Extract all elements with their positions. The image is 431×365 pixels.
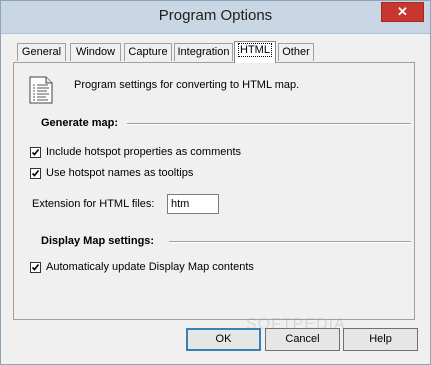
tab-other[interactable]: Other — [278, 43, 314, 61]
cancel-button[interactable]: Cancel — [265, 328, 340, 351]
extension-label: Extension for HTML files: — [32, 198, 155, 210]
tab-html[interactable]: HTML — [234, 41, 276, 63]
help-button[interactable]: Help — [343, 328, 418, 351]
generate-map-heading: Generate map: — [41, 117, 119, 129]
help-button-label: Help — [369, 333, 392, 345]
auto-update-checkbox[interactable] — [30, 261, 41, 273]
include-hotspot-checkbox[interactable] — [30, 146, 41, 158]
tab-window-label: Window — [75, 46, 116, 58]
tab-html-label: HTML — [238, 43, 272, 57]
dialog-client-area: General Window Capture Integration HTML … — [8, 34, 424, 358]
close-button[interactable]: ✕ — [381, 2, 424, 22]
ok-button[interactable]: OK — [186, 328, 261, 351]
tab-integration[interactable]: Integration — [174, 43, 233, 61]
include-hotspot-label: Include hotspot properties as comments — [46, 146, 242, 158]
tab-capture[interactable]: Capture — [124, 43, 172, 61]
panel-description: Program settings for converting to HTML … — [74, 79, 300, 91]
cancel-button-label: Cancel — [285, 333, 320, 345]
display-map-heading: Display Map settings: — [41, 235, 155, 247]
title-bar[interactable]: Program Options ✕ — [1, 1, 430, 34]
tab-general-label: General — [21, 46, 62, 58]
program-options-dialog: Program Options ✕ General Window Capture… — [0, 0, 431, 365]
auto-update-label: Automaticaly update Display Map contents — [46, 261, 254, 273]
checkmark-icon — [31, 169, 40, 177]
tab-window[interactable]: Window — [70, 43, 121, 61]
document-list-icon — [29, 76, 53, 104]
include-hotspot-checkbox-row[interactable]: Include hotspot properties as comments — [30, 146, 241, 158]
checkmark-icon — [31, 148, 40, 156]
tab-other-label: Other — [282, 46, 310, 58]
tab-general[interactable]: General — [17, 43, 66, 61]
html-settings-panel: Program settings for converting to HTML … — [13, 62, 415, 333]
tab-integration-label: Integration — [177, 46, 230, 58]
use-hotspot-names-checkbox[interactable] — [30, 167, 41, 179]
window-title: Program Options — [158, 7, 273, 24]
display-map-divider — [169, 241, 411, 243]
use-hotspot-names-checkbox-row[interactable]: Use hotspot names as tooltips — [30, 167, 193, 179]
use-hotspot-names-label: Use hotspot names as tooltips — [46, 167, 194, 179]
checkmark-icon — [31, 263, 40, 271]
tab-capture-label: Capture — [128, 46, 168, 58]
close-icon: ✕ — [397, 4, 408, 19]
generate-map-divider — [127, 123, 411, 125]
auto-update-checkbox-row[interactable]: Automaticaly update Display Map contents — [30, 261, 254, 273]
extension-input[interactable] — [167, 194, 219, 214]
